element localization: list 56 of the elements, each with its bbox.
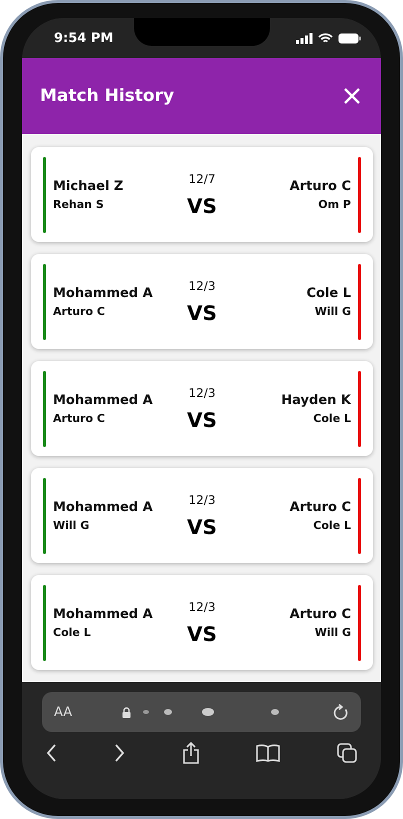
player-name: Cole L: [53, 626, 92, 638]
player-name: Hayden K: [281, 392, 351, 408]
forward-icon: [114, 744, 125, 762]
player-name: Mohammed A: [53, 606, 154, 622]
match-card[interactable]: Mohammed A Will G 12/3 VS Arturo C Cole L: [31, 468, 373, 563]
match-date: 12/3: [188, 278, 216, 292]
match-card[interactable]: Mohammed A Cole L 12/3 VS Arturo C Will G: [31, 575, 373, 670]
versus-label: VS: [187, 194, 217, 218]
player-name: Arturo C: [290, 500, 351, 514]
bookmarks-button[interactable]: [256, 744, 280, 762]
versus-label: VS: [187, 408, 217, 432]
match-date: 12/7: [188, 172, 216, 186]
tabs-icon: [337, 743, 357, 763]
player-name: Will G: [314, 626, 351, 638]
player-name: Cole L: [313, 518, 351, 532]
player-name: Arturo C: [53, 304, 106, 318]
versus-label: VS: [187, 622, 217, 646]
match-card[interactable]: Michael Z Rehan S 12/7 VS Arturo C Om P: [31, 147, 373, 242]
versus-label: VS: [187, 514, 217, 538]
share-icon: [182, 742, 200, 764]
player-name: Mohammed A: [53, 286, 154, 300]
player-name: Will G: [53, 518, 90, 532]
reload-icon[interactable]: [333, 704, 349, 720]
signal-icon: [296, 32, 313, 44]
player-name: Mohammed A: [53, 500, 154, 514]
back-button[interactable]: [46, 744, 57, 762]
match-card[interactable]: Mohammed A Arturo C 12/3 VS Hayden K Cole L: [31, 361, 373, 456]
player-name: Mohammed A: [53, 392, 154, 408]
lock-icon: [122, 706, 132, 718]
address-bar[interactable]: AA: [42, 692, 361, 732]
close-button[interactable]: [343, 87, 361, 105]
match-date: 12/3: [188, 386, 216, 400]
player-name: Will G: [314, 304, 351, 318]
match-date: 12/3: [188, 600, 216, 614]
close-icon: [343, 87, 361, 105]
forward-button[interactable]: [114, 744, 125, 762]
match-date: 12/3: [188, 492, 216, 506]
battery-icon: [338, 32, 361, 44]
tabs-button[interactable]: [337, 743, 357, 763]
match-card[interactable]: Mohammed A Arturo C 12/3 VS Cole L Will G: [31, 254, 373, 349]
player-name: Michael Z: [53, 178, 124, 194]
text-size-button[interactable]: AA: [54, 704, 72, 720]
book-icon: [256, 744, 280, 762]
status-time: 9:54 PM: [54, 30, 114, 46]
wifi-icon: [318, 32, 333, 44]
player-name: Arturo C: [53, 412, 106, 424]
player-name: Cole L: [306, 286, 351, 300]
player-name: Rehan S: [53, 198, 105, 210]
player-name: Arturo C: [290, 606, 351, 622]
player-name: Arturo C: [290, 178, 351, 194]
player-name: Om P: [318, 198, 351, 210]
player-name: Cole L: [313, 412, 351, 424]
page-title: Match History: [40, 86, 174, 106]
back-icon: [46, 744, 57, 762]
share-button[interactable]: [182, 742, 200, 764]
versus-label: VS: [187, 300, 217, 324]
